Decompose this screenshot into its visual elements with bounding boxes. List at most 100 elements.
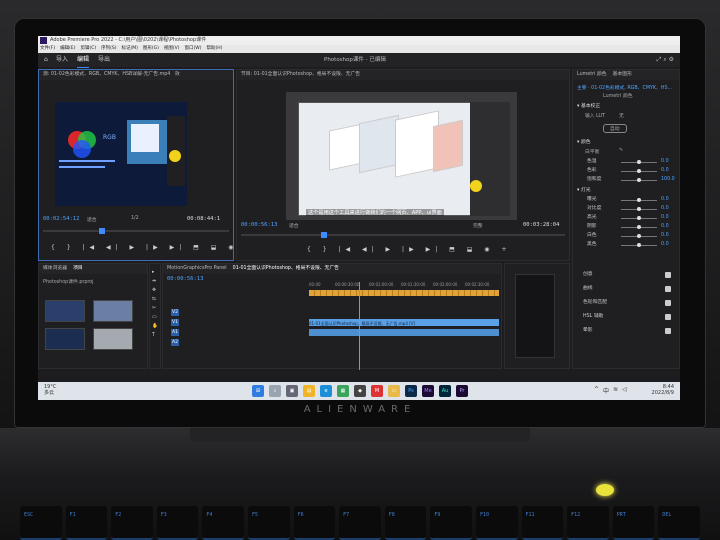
speaker-icon[interactable]: ◁	[622, 386, 627, 395]
slider-value[interactable]: 0.0	[661, 241, 669, 249]
color-slider-row[interactable]: 色彩 0.0	[577, 167, 677, 175]
media-thumbnail[interactable]	[45, 300, 85, 322]
section-checkbox[interactable]	[665, 300, 671, 306]
program-scrubber[interactable]	[241, 234, 565, 236]
menu-sequence[interactable]: 序列(S)	[101, 45, 116, 53]
lumetri-section-row[interactable]: 晕影	[577, 326, 677, 336]
slider-value[interactable]: 0.0	[661, 158, 669, 166]
audio-clip[interactable]	[309, 329, 499, 336]
input-lut-select[interactable]: 无	[619, 112, 624, 119]
source-playhead[interactable]	[99, 228, 105, 234]
section-checkbox[interactable]	[665, 314, 671, 320]
media-thumbnail[interactable]	[45, 328, 85, 350]
section-checkbox[interactable]	[665, 286, 671, 292]
slider-knob[interactable]	[637, 225, 641, 229]
weather-widget[interactable]: 19°C 多云	[44, 384, 56, 396]
light-slider-row[interactable]: 黑色 0.0	[577, 241, 677, 249]
slider-knob[interactable]	[637, 243, 641, 247]
tab-project[interactable]: 项目	[73, 266, 83, 271]
tool-icons[interactable]: ▸ ⇹ ✥ ⇆ ✂ ▭ ✋ T	[152, 268, 158, 340]
lumetri-section-row[interactable]: HSL 辅助	[577, 312, 677, 322]
wifi-icon[interactable]: ≋	[613, 386, 618, 395]
slider-knob[interactable]	[637, 160, 641, 164]
light-slider-row[interactable]: 对比度 0.0	[577, 205, 677, 213]
video-clip[interactable]: 01-01全面认识Photoshop、格局不设限、无广告.mp4 [V]	[309, 319, 499, 326]
app-icon[interactable]: ◆	[354, 385, 366, 397]
slider-knob[interactable]	[637, 216, 641, 220]
timeline-timecode[interactable]: 00:00:56:13	[167, 276, 203, 282]
media-encoder-icon[interactable]: Me	[422, 385, 434, 397]
menu-view[interactable]: 视图(V)	[164, 45, 180, 53]
slider-knob[interactable]	[637, 169, 641, 173]
section-checkbox[interactable]	[665, 272, 671, 278]
program-quality-select[interactable]: 完整	[473, 222, 483, 229]
section-checkbox[interactable]	[665, 328, 671, 334]
slider-value[interactable]: 0.0	[661, 214, 669, 222]
explorer-icon[interactable]: ▤	[303, 385, 315, 397]
folder-icon[interactable]: ▭	[388, 385, 400, 397]
mcafee-icon[interactable]: M	[371, 385, 383, 397]
basic-correction-header[interactable]: ▾ 基本校正	[577, 102, 600, 109]
light-slider-row[interactable]: 高光 0.0	[577, 214, 677, 222]
store-icon[interactable]: ▦	[337, 385, 349, 397]
source-fit-select[interactable]: 适合	[87, 216, 97, 223]
slider-value[interactable]: 0.0	[661, 223, 669, 231]
eyedropper-icon[interactable]: ✎	[619, 148, 623, 153]
slider-knob[interactable]	[637, 178, 641, 182]
taskview-icon[interactable]: ▣	[286, 385, 298, 397]
chevron-up-icon[interactable]: ^	[594, 386, 599, 395]
slider-knob[interactable]	[637, 234, 641, 238]
color-slider-row[interactable]: 色温 0.0	[577, 158, 677, 166]
slider-value[interactable]: 0.0	[661, 196, 669, 204]
source-tab[interactable]: 源: 01-02色彩模式、RGB、CMYK、HSB详解-无广告.mp4 效	[39, 70, 233, 80]
light-section-header[interactable]: ▾ 灯光	[577, 186, 591, 193]
source-transport-controls[interactable]: { } |◀ ◀| ▶ |▶ ▶| ⬒ ⬓ ◉ +	[51, 244, 255, 251]
tab-sequence[interactable]: 01-01全面认识Photoshop、格局不设限、无广告	[233, 266, 339, 271]
photoshop-icon[interactable]: Ps	[405, 385, 417, 397]
tab-export[interactable]: 导出	[98, 53, 110, 68]
menu-clip[interactable]: 剪辑(C)	[80, 45, 96, 53]
menu-graphics[interactable]: 图形(G)	[143, 45, 159, 53]
timeline-playhead[interactable]	[359, 282, 360, 370]
clock[interactable]: 8:44 2022/8/9	[652, 384, 674, 396]
auto-button[interactable]: 自动	[603, 124, 627, 133]
lumetri-section-row[interactable]: 创意	[577, 270, 677, 280]
slider-knob[interactable]	[637, 207, 641, 211]
source-zoom-select[interactable]: 1/2	[131, 216, 139, 221]
program-tab[interactable]: 节目: 01-01全面认识Photoshop、格局不设限、无广告	[237, 70, 569, 80]
premiere-icon[interactable]: Pr	[456, 385, 468, 397]
tab-mgpro[interactable]: MotionGraphicsPro Panel	[167, 266, 227, 271]
lumetri-section-row[interactable]: 色轮和匹配	[577, 298, 677, 308]
slider-value[interactable]: 100.0	[661, 176, 675, 184]
media-thumbnail[interactable]	[93, 328, 133, 350]
lumetri-section-row[interactable]: 曲线	[577, 284, 677, 294]
lumetri-clip-select[interactable]: 主要 · 01-02色彩模式, RGB、CMYK、HS...	[577, 84, 672, 91]
tab-import[interactable]: 导入	[56, 53, 68, 68]
light-slider-row[interactable]: 曝光 0.0	[577, 196, 677, 204]
slider-value[interactable]: 0.0	[661, 232, 669, 240]
edge-icon[interactable]: e	[320, 385, 332, 397]
program-transport-controls[interactable]: { } |◀ ◀| ▶ |▶ ▶| ⬒ ⬓ ◉ +	[307, 246, 511, 253]
menu-edit[interactable]: 编辑(E)	[60, 45, 75, 53]
program-playhead[interactable]	[321, 232, 327, 238]
light-slider-row[interactable]: 阴影 0.0	[577, 223, 677, 231]
menu-window[interactable]: 窗口(W)	[185, 45, 202, 53]
light-slider-row[interactable]: 白色 0.0	[577, 232, 677, 240]
color-slider-row[interactable]: 饱和度 100.0	[577, 176, 677, 184]
slider-value[interactable]: 0.0	[661, 167, 669, 175]
slider-knob[interactable]	[637, 198, 641, 202]
media-thumbnail[interactable]	[93, 300, 133, 322]
source-timecode[interactable]: 00:02:54:12	[43, 216, 79, 222]
program-timecode[interactable]: 00:00:56:13	[241, 222, 277, 228]
marker-strip[interactable]	[309, 290, 499, 296]
timeline-ruler[interactable]: 00:00 00:00:30:00 00:01:00:00 00:01:30:0…	[309, 282, 503, 288]
menu-file[interactable]: 文件(F)	[40, 45, 55, 53]
lumetri-tab[interactable]: Lumetri 颜色 基本图形	[573, 70, 679, 80]
tab-media-browser[interactable]: 媒体浏览器	[43, 266, 67, 271]
color-section-header[interactable]: ▾ 颜色	[577, 138, 591, 145]
search-icon[interactable]: ⌕	[269, 385, 281, 397]
program-fit-select[interactable]: 适合	[289, 222, 299, 229]
home-icon[interactable]: ⌂	[44, 53, 48, 67]
workspace-icons[interactable]: ⤢ ⌕ ⚙	[657, 53, 674, 67]
ime-indicator[interactable]: 中	[603, 386, 609, 395]
